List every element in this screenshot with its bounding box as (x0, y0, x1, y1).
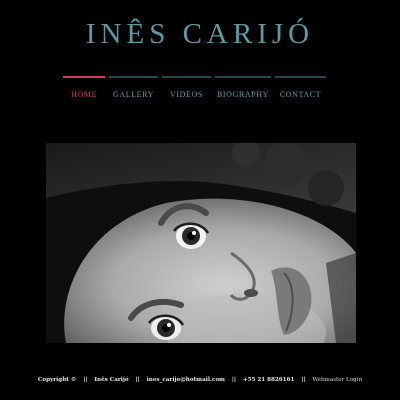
footer-separator: || (231, 377, 236, 383)
footer-email-link[interactable]: ines_carijo@hotmail.com (147, 377, 225, 383)
nav-item-biography[interactable]: BIOGRAPHY (215, 76, 271, 106)
nav-item-videos[interactable]: VIDEOS (162, 76, 211, 106)
footer-name: Inês Carijó (94, 377, 129, 383)
footer-phone: +55 21 8826161 (242, 377, 295, 383)
footer-separator: || (301, 377, 306, 383)
portrait-photo (46, 143, 356, 343)
hero-image (46, 143, 356, 343)
nav-item-contact[interactable]: CONTACT (275, 76, 326, 106)
footer-separator: || (135, 377, 140, 383)
footer-copyright: Copyright © (37, 377, 77, 383)
footer: Copyright © || Inês Carijó || ines_carij… (0, 377, 400, 383)
webmaster-login-link[interactable]: Webmaster Login (312, 377, 362, 383)
nav-item-gallery[interactable]: GALLERY (109, 76, 158, 106)
nav-item-home[interactable]: HOME (63, 76, 105, 106)
main-nav: HOME GALLERY VIDEOS BIOGRAPHY CONTACT (63, 76, 326, 106)
footer-separator: || (83, 377, 88, 383)
site-title: INÊS CARIJÓ (85, 18, 315, 50)
